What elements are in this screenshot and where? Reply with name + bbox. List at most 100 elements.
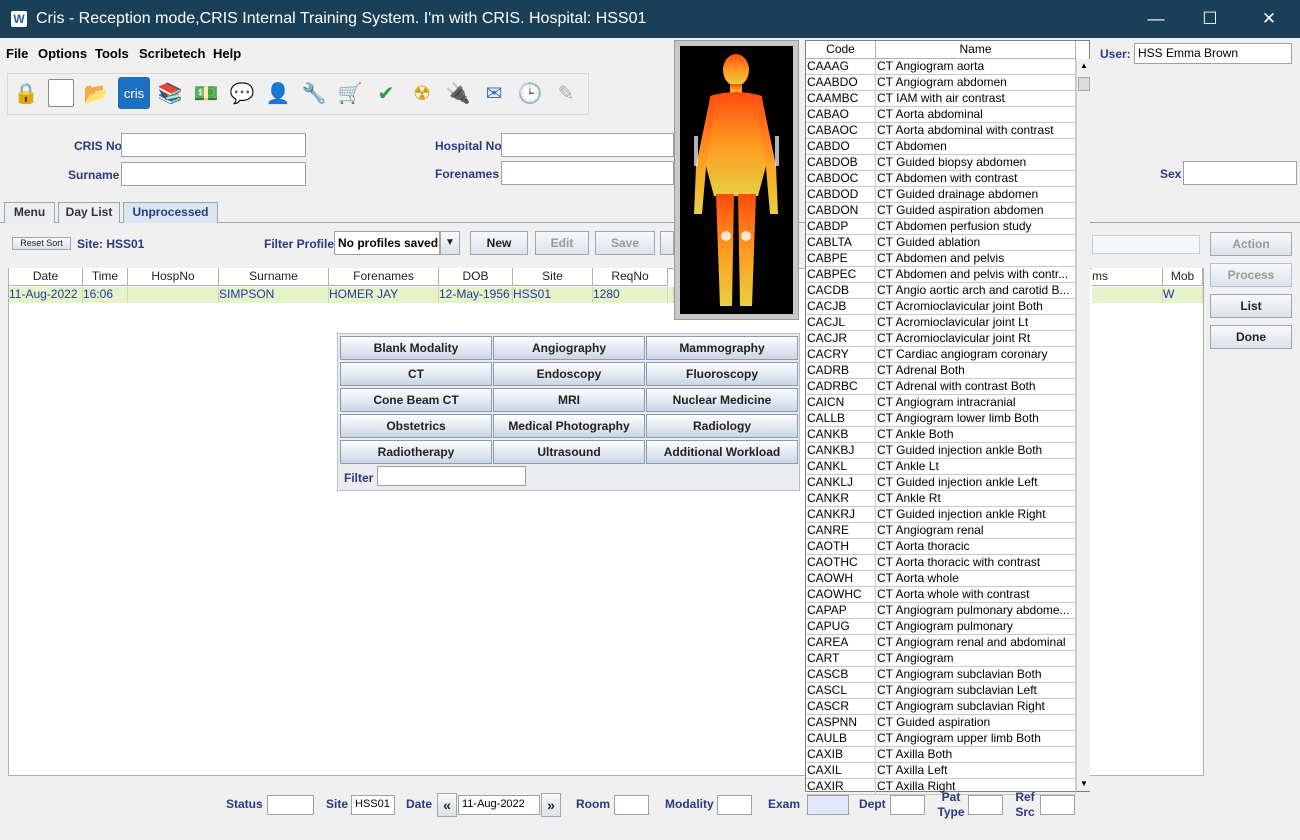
list-item[interactable]: CAOWH CT Aorta whole bbox=[806, 571, 1076, 587]
modality-button[interactable]: Angiography bbox=[493, 336, 645, 360]
column-header[interactable]: Surname bbox=[219, 268, 329, 286]
list-item[interactable]: CABDP CT Abdomen perfusion study bbox=[806, 219, 1076, 235]
column-header[interactable]: DOB bbox=[439, 268, 513, 286]
modality-button[interactable]: Ultrasound bbox=[493, 440, 645, 464]
column-header[interactable]: ReqNo bbox=[593, 268, 668, 286]
list-item[interactable]: CANKB CT Ankle Both bbox=[806, 427, 1076, 443]
new-button[interactable]: New bbox=[470, 231, 528, 255]
dept-input[interactable] bbox=[890, 795, 925, 815]
modality-button[interactable]: CT bbox=[340, 362, 492, 386]
list-item[interactable]: CACRY CT Cardiac angiogram coronary bbox=[806, 347, 1076, 363]
list-item[interactable]: CALLB CT Angiogram lower limb Both bbox=[806, 411, 1076, 427]
list-item[interactable]: CAAAG CT Angiogram aorta bbox=[806, 59, 1076, 75]
date-prev-icon[interactable]: « bbox=[437, 793, 457, 817]
list-item[interactable]: CAAMBC CT IAM with air contrast bbox=[806, 91, 1076, 107]
table-cell-date[interactable]: 11-Aug-2022 bbox=[9, 287, 83, 303]
menu-scribetech[interactable]: Scribetech bbox=[139, 46, 205, 61]
cris-icon[interactable]: cris bbox=[118, 77, 150, 109]
menu-tools[interactable]: Tools bbox=[95, 46, 129, 61]
list-item[interactable]: CAOWHC CT Aorta whole with contrast bbox=[806, 587, 1076, 603]
list-item[interactable]: CACJL CT Acromioclavicular joint Lt bbox=[806, 315, 1076, 331]
list-item[interactable]: CAOTHC CT Aorta thoracic with contrast bbox=[806, 555, 1076, 571]
column-header[interactable]: HospNo bbox=[128, 268, 219, 286]
folder-icon[interactable]: 📂 bbox=[80, 77, 112, 109]
list-item[interactable]: CABAO CT Aorta abdominal bbox=[806, 107, 1076, 123]
list-item[interactable]: CABDOD CT Guided drainage abdomen bbox=[806, 187, 1076, 203]
envelope-icon[interactable]: ✉ bbox=[478, 77, 510, 109]
column-header[interactable]: Mob bbox=[1163, 268, 1203, 286]
close-button[interactable]: ✕ bbox=[1240, 0, 1298, 38]
tab-menu[interactable]: Menu bbox=[4, 202, 55, 223]
money-icon[interactable]: 💵 bbox=[190, 77, 222, 109]
table-cell-hospno[interactable] bbox=[128, 287, 219, 303]
modality-button[interactable]: Obstetrics bbox=[340, 414, 492, 438]
table-cell-surname[interactable]: SIMPSON bbox=[219, 287, 329, 303]
table-cell-reqno[interactable]: 1280 bbox=[593, 287, 668, 303]
minimize-button[interactable]: — bbox=[1127, 0, 1185, 38]
column-header-name[interactable]: Name bbox=[876, 41, 1076, 59]
cart-icon[interactable]: 🛒 bbox=[334, 77, 366, 109]
list-item[interactable]: CASCR CT Angiogram subclavian Right bbox=[806, 699, 1076, 715]
column-header[interactable]: ms bbox=[1092, 268, 1163, 286]
list-item[interactable]: CANKRJ CT Guided injection ankle Right bbox=[806, 507, 1076, 523]
radiation-icon[interactable]: ☢ bbox=[406, 77, 438, 109]
clock-window-icon[interactable]: 🕒 bbox=[514, 77, 546, 109]
room-input[interactable] bbox=[614, 795, 649, 815]
status-input[interactable] bbox=[267, 795, 314, 815]
list-item[interactable]: CANKL CT Ankle Lt bbox=[806, 459, 1076, 475]
ref-src-input[interactable] bbox=[1040, 795, 1075, 815]
filter-profile-select[interactable]: No profiles saved bbox=[334, 231, 440, 255]
list-item[interactable]: CACDB CT Angio aortic arch and carotid B.… bbox=[806, 283, 1076, 299]
list-item[interactable]: CAPUG CT Angiogram pulmonary bbox=[806, 619, 1076, 635]
menu-file[interactable]: File bbox=[6, 46, 28, 61]
list-item[interactable]: CAABDO CT Angiogram abdomen bbox=[806, 75, 1076, 91]
sex-input[interactable] bbox=[1183, 161, 1297, 185]
pat-type-input[interactable] bbox=[968, 795, 1003, 815]
reset-sort-button[interactable]: Reset Sort bbox=[12, 237, 71, 250]
hospital-no-input[interactable] bbox=[501, 133, 674, 157]
column-header[interactable]: Date bbox=[9, 268, 83, 286]
chevron-down-icon[interactable]: ▼ bbox=[440, 231, 460, 255]
list-item[interactable]: CADRB CT Adrenal Both bbox=[806, 363, 1076, 379]
list-item[interactable]: CABDON CT Guided aspiration abdomen bbox=[806, 203, 1076, 219]
list-item[interactable]: CAPAP CT Angiogram pulmonary abdome... bbox=[806, 603, 1076, 619]
list-item[interactable]: CASCL CT Angiogram subclavian Left bbox=[806, 683, 1076, 699]
modality-button[interactable]: Additional Workload bbox=[646, 440, 798, 464]
list-item[interactable]: CAICN CT Angiogram intracranial bbox=[806, 395, 1076, 411]
table-cell-forenames[interactable]: HOMER JAY bbox=[329, 287, 439, 303]
list-item[interactable]: CANKBJ CT Guided injection ankle Both bbox=[806, 443, 1076, 459]
bottom-site-input[interactable]: HSS01 bbox=[351, 795, 395, 815]
menu-help[interactable]: Help bbox=[213, 46, 241, 61]
modality-button[interactable]: Radiology bbox=[646, 414, 798, 438]
list-item[interactable]: CAULB CT Angiogram upper limb Both bbox=[806, 731, 1076, 747]
list-item[interactable]: CASCB CT Angiogram subclavian Both bbox=[806, 667, 1076, 683]
cris-no-input[interactable] bbox=[121, 133, 306, 157]
list-item[interactable]: CABPE CT Abdomen and pelvis bbox=[806, 251, 1076, 267]
done-button[interactable]: Done bbox=[1210, 325, 1292, 349]
tab-day-list[interactable]: Day List bbox=[58, 202, 120, 223]
save-button[interactable]: Save bbox=[595, 231, 655, 255]
list-item[interactable]: CAXIL CT Axilla Left bbox=[806, 763, 1076, 779]
chat-icon[interactable]: 💬 bbox=[226, 77, 258, 109]
list-button[interactable]: List bbox=[1210, 294, 1292, 318]
list-item[interactable]: CABDOC CT Abdomen with contrast bbox=[806, 171, 1076, 187]
user-field[interactable]: HSS Emma Brown bbox=[1134, 43, 1292, 64]
list-item[interactable]: CABLTA CT Guided ablation bbox=[806, 235, 1076, 251]
column-header[interactable]: Time bbox=[83, 268, 128, 286]
blank-page-icon[interactable] bbox=[45, 77, 77, 109]
list-item[interactable]: CABPEC CT Abdomen and pelvis with contr..… bbox=[806, 267, 1076, 283]
table-cell-mob[interactable]: W bbox=[1163, 287, 1203, 303]
list-item[interactable]: CABAOC CT Aorta abdominal with contrast bbox=[806, 123, 1076, 139]
plug-icon[interactable]: 🔌 bbox=[442, 77, 474, 109]
menu-options[interactable]: Options bbox=[38, 46, 87, 61]
modality-button[interactable]: Blank Modality bbox=[340, 336, 492, 360]
modality-button[interactable]: Nuclear Medicine bbox=[646, 388, 798, 412]
exam-input[interactable] bbox=[807, 795, 849, 815]
wrench-icon[interactable]: 🔧 bbox=[298, 77, 330, 109]
action-button[interactable]: Action bbox=[1210, 232, 1292, 256]
column-header[interactable]: Forenames bbox=[329, 268, 439, 286]
list-item[interactable]: CACJR CT Acromioclavicular joint Rt bbox=[806, 331, 1076, 347]
list-item[interactable]: CADRBC CT Adrenal with contrast Both bbox=[806, 379, 1076, 395]
list-item[interactable]: CANKR CT Ankle Rt bbox=[806, 491, 1076, 507]
maximize-button[interactable]: ☐ bbox=[1181, 0, 1239, 38]
